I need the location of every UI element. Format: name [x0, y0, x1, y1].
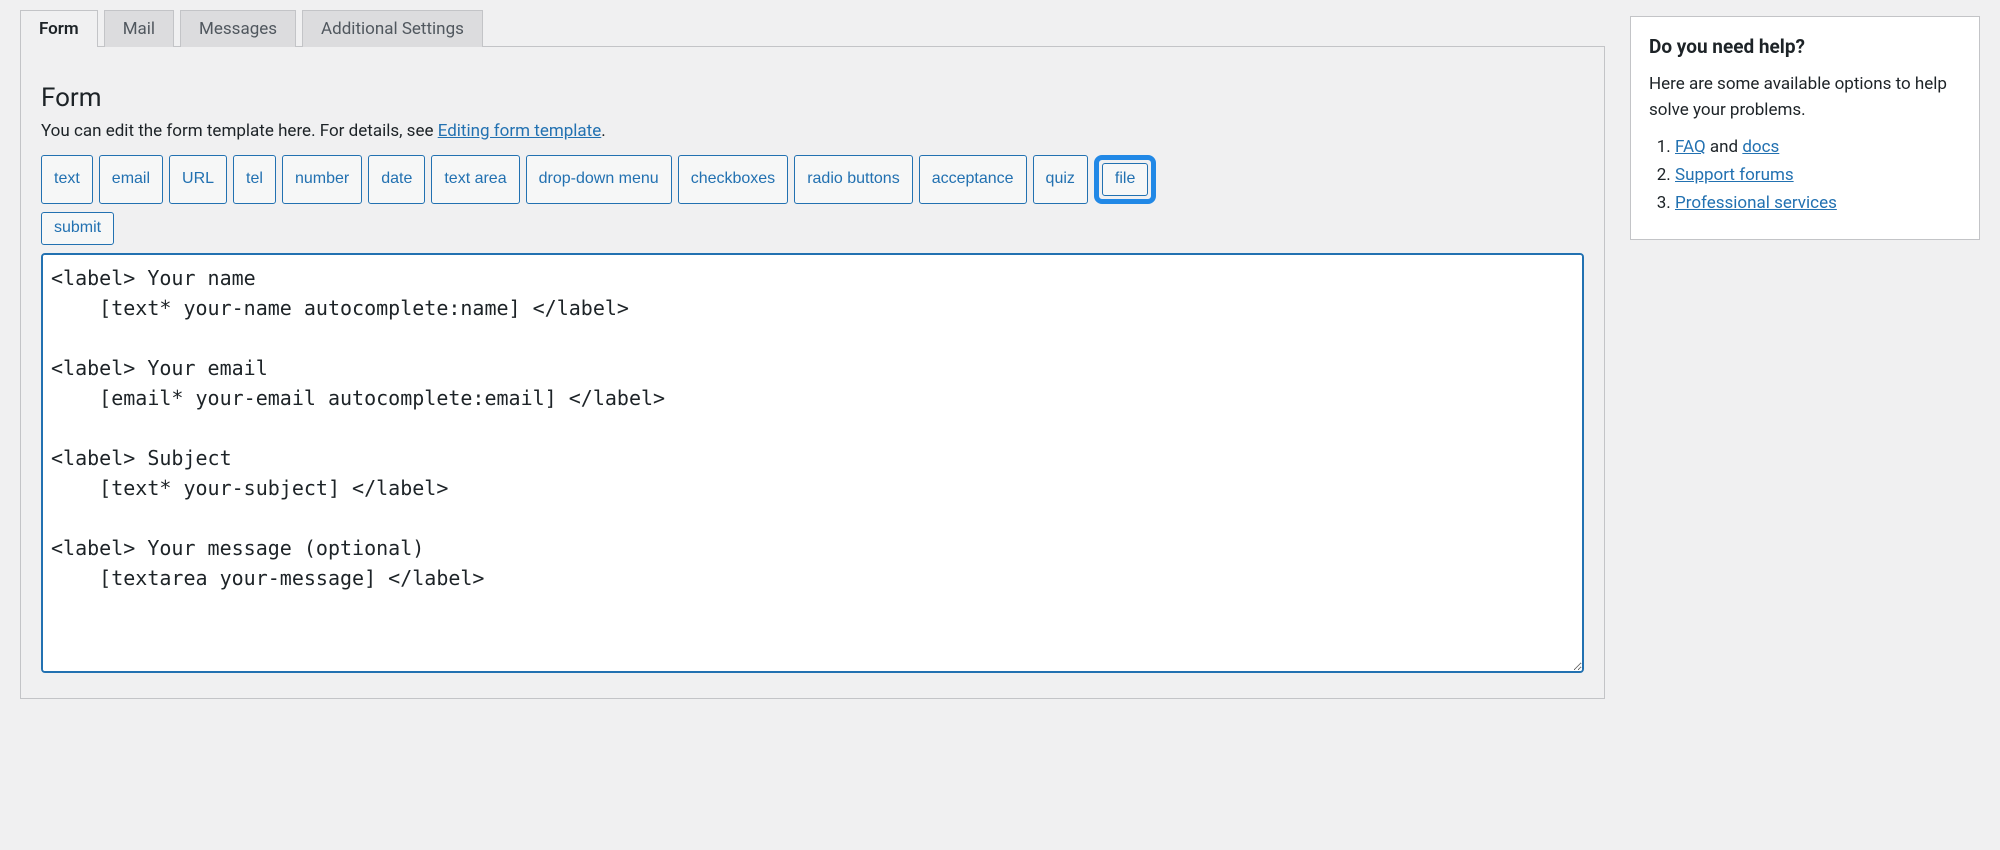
tag-checkboxes-button[interactable]: checkboxes — [678, 155, 789, 204]
tag-dropdown-button[interactable]: drop-down menu — [526, 155, 672, 204]
tag-number-button[interactable]: number — [282, 155, 362, 204]
docs-link[interactable]: docs — [1742, 137, 1779, 157]
tag-file-button[interactable]: file — [1102, 163, 1148, 196]
tab-form[interactable]: Form — [20, 10, 98, 47]
help-item-support: Support forums — [1675, 165, 1961, 185]
tag-url-button[interactable]: URL — [169, 155, 227, 204]
tag-quiz-button[interactable]: quiz — [1033, 155, 1088, 204]
file-button-highlight: file — [1094, 155, 1156, 204]
tab-bar: Form Mail Messages Additional Settings — [20, 10, 1605, 47]
professional-services-link[interactable]: Professional services — [1675, 193, 1837, 213]
panel-heading: Form — [41, 83, 1584, 113]
desc-post: . — [601, 121, 605, 141]
tag-acceptance-button[interactable]: acceptance — [919, 155, 1027, 204]
form-template-textarea[interactable] — [41, 253, 1584, 673]
faq-link[interactable]: FAQ — [1675, 137, 1706, 157]
help-item-mid: and — [1706, 137, 1743, 157]
help-box: Do you need help? Here are some availabl… — [1630, 16, 1980, 240]
tab-mail[interactable]: Mail — [104, 10, 174, 47]
panel-description: You can edit the form template here. For… — [41, 121, 1584, 141]
desc-pre: You can edit the form template here. For… — [41, 121, 438, 141]
tab-messages[interactable]: Messages — [180, 10, 296, 47]
tag-generator-row: text email URL tel number date text area… — [41, 155, 1584, 204]
tag-text-button[interactable]: text — [41, 155, 93, 204]
tag-email-button[interactable]: email — [99, 155, 163, 204]
support-forums-link[interactable]: Support forums — [1675, 165, 1794, 185]
tag-radio-button[interactable]: radio buttons — [794, 155, 913, 204]
help-item-faq-docs: FAQ and docs — [1675, 137, 1961, 157]
help-intro: Here are some available options to help … — [1649, 72, 1961, 123]
help-title: Do you need help? — [1649, 35, 1961, 58]
tag-submit-button[interactable]: submit — [41, 212, 114, 245]
form-panel: Form You can edit the form template here… — [20, 46, 1605, 699]
help-item-professional: Professional services — [1675, 193, 1961, 213]
editing-form-template-link[interactable]: Editing form template — [438, 121, 602, 141]
help-list: FAQ and docs Support forums Professional… — [1649, 137, 1961, 213]
tag-date-button[interactable]: date — [368, 155, 425, 204]
tag-textarea-button[interactable]: text area — [431, 155, 519, 204]
tab-additional-settings[interactable]: Additional Settings — [302, 10, 483, 47]
tag-tel-button[interactable]: tel — [233, 155, 276, 204]
